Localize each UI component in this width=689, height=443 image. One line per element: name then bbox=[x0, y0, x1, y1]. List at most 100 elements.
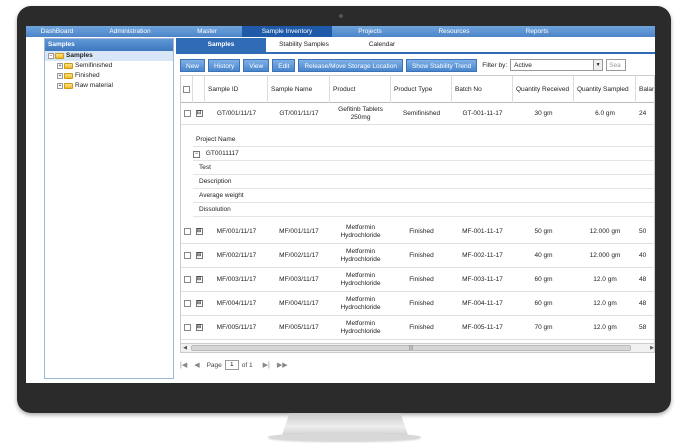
cell-balance: 48 bbox=[639, 275, 647, 283]
col-balance[interactable]: Balan bbox=[636, 76, 654, 103]
col-quantity-received[interactable]: Quantity Received bbox=[513, 76, 574, 103]
row-expander-cell: ⊞ bbox=[193, 268, 205, 291]
expand-row-icon[interactable]: ⊞ bbox=[195, 324, 203, 331]
expand-icon[interactable]: + bbox=[57, 63, 63, 69]
page-count: of 1 bbox=[241, 361, 253, 369]
collapse-icon[interactable]: − bbox=[48, 53, 54, 59]
scrollbar-thumb[interactable]: ||| bbox=[191, 345, 631, 351]
next-page-icon[interactable]: ▶| bbox=[263, 361, 270, 369]
collapse-row-icon[interactable]: ⊟ bbox=[195, 110, 203, 117]
expand-row-icon[interactable]: ⊞ bbox=[195, 276, 203, 283]
nav-dashboard[interactable]: DashBoard bbox=[26, 26, 88, 37]
cell-qty-sampled: 6.0 gm bbox=[595, 109, 615, 117]
row-checkbox-cell bbox=[181, 103, 193, 124]
nav-sample-inventory[interactable]: Sample Inventory bbox=[242, 26, 332, 37]
new-button[interactable]: New bbox=[180, 58, 206, 72]
collapse-project-icon[interactable]: − bbox=[193, 151, 200, 158]
row-checkbox[interactable] bbox=[183, 300, 191, 307]
release-move-storage-button[interactable]: Release/Move Storage Location bbox=[298, 58, 403, 72]
cell-qty-sampled: 12.0 gm bbox=[593, 275, 617, 283]
row-checkbox[interactable] bbox=[183, 324, 191, 331]
filter-select[interactable]: Active ▼ bbox=[510, 59, 604, 71]
cell-qty-received: 60 gm bbox=[534, 275, 553, 283]
cell-product: Gefitinb Tablets 250mg bbox=[338, 105, 383, 121]
row-checkbox[interactable] bbox=[183, 228, 191, 235]
tree-node-label: Finished bbox=[75, 72, 100, 79]
row-expander-cell: ⊞ bbox=[193, 316, 205, 339]
nav-master[interactable]: Master bbox=[172, 26, 242, 37]
app-screen: DashBoard Administration Master Sample I… bbox=[26, 26, 655, 383]
tab-samples[interactable]: Samples bbox=[176, 38, 266, 52]
table-row[interactable]: ⊞ MF/001/11/17 MF/001/11/17 Metformin Hy… bbox=[181, 220, 654, 244]
col-product[interactable]: Product bbox=[330, 76, 391, 103]
folder-icon bbox=[64, 83, 73, 89]
table-row[interactable]: ⊞ MF/004/11/17 MF/004/11/17 Metformin Hy… bbox=[181, 292, 654, 316]
cell-sample-name: MF/003/11/17 bbox=[279, 275, 319, 283]
expand-row-icon[interactable]: ⊞ bbox=[195, 252, 203, 259]
horizontal-scrollbar[interactable]: ◀ ||| ▶ bbox=[181, 343, 654, 352]
row-checkbox[interactable] bbox=[183, 276, 191, 283]
first-page-icon[interactable]: |◀ bbox=[180, 361, 187, 369]
tree-node-samples[interactable]: − Samples bbox=[45, 51, 173, 61]
table-row[interactable]: ⊞ MF/003/11/17 MF/003/11/17 Metformin Hy… bbox=[181, 268, 654, 292]
tree-node-semifinished[interactable]: + Semifinished bbox=[45, 61, 173, 71]
col-product-type[interactable]: Product Type bbox=[391, 76, 452, 103]
table-row[interactable]: ⊞ MF/005/11/17 MF/005/11/17 Metformin Hy… bbox=[181, 316, 654, 340]
table-row[interactable]: ⊞ MF/002/11/17 MF/002/11/17 Metformin Hy… bbox=[181, 244, 654, 268]
cell-qty-received: 30 gm bbox=[534, 109, 553, 117]
cell-balance: 24 bbox=[639, 109, 647, 117]
scroll-left-icon[interactable]: ◀ bbox=[181, 344, 189, 352]
monitor-stand bbox=[282, 413, 408, 435]
nav-administration[interactable]: Administration bbox=[88, 26, 172, 37]
nav-resources[interactable]: Resources bbox=[408, 26, 500, 37]
tab-calendar[interactable]: Calendar bbox=[342, 38, 422, 52]
history-button[interactable]: History bbox=[208, 58, 241, 72]
detail-test-header: Test bbox=[193, 161, 654, 175]
scroll-right-icon[interactable]: ▶ bbox=[648, 344, 654, 352]
search-input[interactable]: Sea bbox=[606, 59, 627, 71]
tab-stability-samples[interactable]: Stability Samples bbox=[266, 38, 342, 52]
tree-node-finished[interactable]: + Finished bbox=[45, 71, 173, 81]
table-row[interactable]: ⊟ GT/001/11/17 GT/001/11/17 Gefitinb Tab… bbox=[181, 103, 654, 125]
cell-qty-received: 50 gm bbox=[534, 227, 553, 235]
col-sample-id[interactable]: Sample ID bbox=[205, 76, 268, 103]
show-stability-trend-button[interactable]: Show Stability Trend bbox=[405, 58, 478, 72]
filter-label: Filter by: bbox=[482, 61, 508, 69]
prev-page-icon[interactable]: ◀ bbox=[194, 361, 199, 369]
cell-balance: 50 bbox=[639, 227, 647, 235]
col-sample-name[interactable]: Sample Name bbox=[268, 76, 330, 103]
cell-qty-sampled: 12.000 gm bbox=[589, 251, 621, 259]
cell-batch-no: MF-003-11-17 bbox=[462, 275, 503, 283]
expand-row-icon[interactable]: ⊞ bbox=[195, 300, 203, 307]
expand-row-icon[interactable]: ⊞ bbox=[195, 228, 203, 235]
page-label: Page bbox=[206, 361, 222, 369]
cell-batch-no: MF-002-11-17 bbox=[462, 251, 503, 259]
last-page-icon[interactable]: ▶▶ bbox=[277, 361, 288, 369]
row-expander-cell: ⊟ bbox=[193, 103, 205, 124]
col-batch-no[interactable]: Batch No bbox=[452, 76, 513, 103]
detail-project-row[interactable]: − GT0011117 bbox=[193, 147, 654, 161]
chevron-down-icon[interactable]: ▼ bbox=[593, 60, 603, 70]
detail-project-name: GT0011117 bbox=[205, 150, 239, 157]
select-all-checkbox[interactable] bbox=[183, 86, 190, 93]
expand-icon[interactable]: + bbox=[57, 83, 63, 89]
row-checkbox[interactable] bbox=[183, 252, 191, 259]
detail-test-item: Description bbox=[193, 175, 654, 189]
col-quantity-sampled[interactable]: Quantity Sampled bbox=[574, 76, 636, 103]
cell-sample-id: MF/001/11/17 bbox=[216, 227, 257, 235]
edit-button[interactable]: Edit bbox=[272, 58, 296, 72]
cell-sample-id: GT/001/11/17 bbox=[216, 109, 257, 117]
samples-tree-panel: Samples − Samples + Semifinished + Finis… bbox=[44, 38, 174, 379]
cell-product: Metformin Hydrochloride bbox=[340, 295, 381, 311]
tree-node-raw-material[interactable]: + Raw material bbox=[45, 81, 173, 91]
pager: |◀ ◀ Page of 1 ▶| ▶▶ bbox=[180, 358, 295, 372]
cell-batch-no: GT-001-11-17 bbox=[462, 109, 503, 117]
row-checkbox[interactable] bbox=[183, 110, 191, 117]
cell-product-type: Semifinished bbox=[402, 109, 441, 117]
page-number-input[interactable] bbox=[224, 360, 239, 370]
nav-reports[interactable]: Reports bbox=[500, 26, 574, 37]
expand-icon[interactable]: + bbox=[57, 73, 63, 79]
cell-balance: 58 bbox=[639, 323, 647, 331]
view-button[interactable]: View bbox=[243, 58, 270, 72]
nav-projects[interactable]: Projects bbox=[332, 26, 408, 37]
